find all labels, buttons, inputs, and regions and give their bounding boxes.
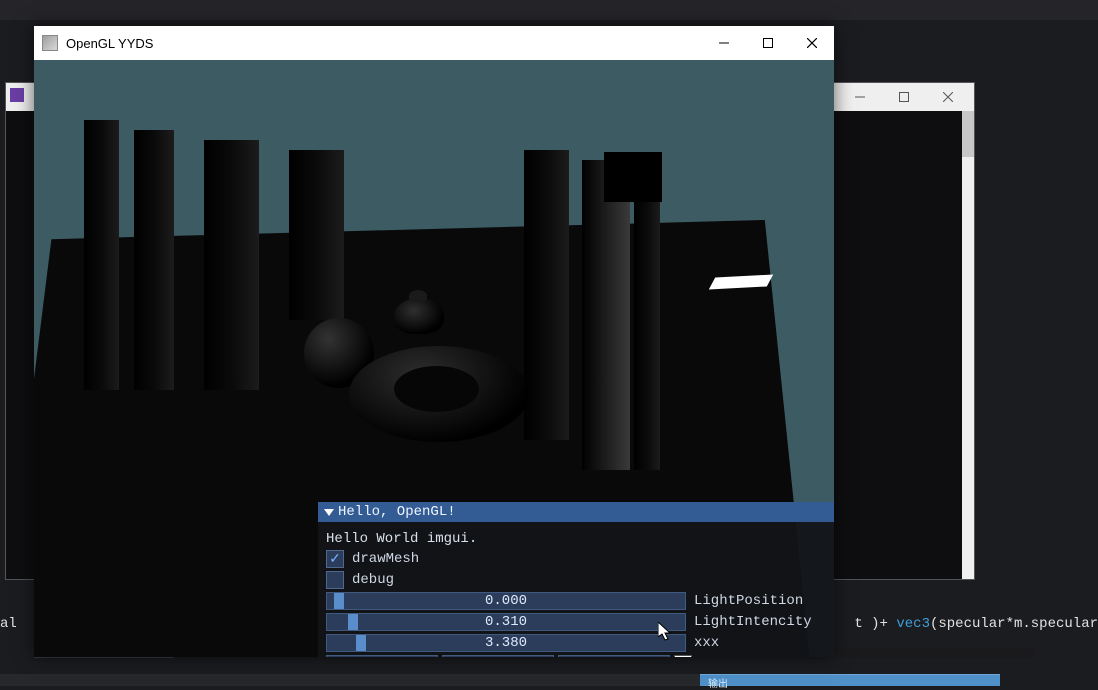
scene-pillar [84, 120, 119, 390]
checkbox-label: drawMesh [352, 551, 419, 567]
opengl-window: OpenGL YYDS Hello, OpenGL! [34, 26, 834, 657]
scene-torus [349, 346, 529, 442]
scene-teapot [394, 298, 444, 334]
slider-label: xxx [694, 635, 719, 651]
color-swatch[interactable] [674, 655, 692, 657]
scene-pillar [134, 130, 174, 390]
color-b-input[interactable]: B:255 [558, 655, 670, 657]
slider-label: LightPosition [694, 593, 803, 609]
checkbox-drawmesh[interactable] [326, 550, 344, 568]
maximize-button[interactable] [882, 85, 926, 109]
slider-lightposition[interactable]: 0.000 [326, 592, 686, 610]
code-text: (specular*m.specular [930, 616, 1098, 632]
code-text: t )+ [854, 616, 896, 632]
scene-pillar [582, 160, 630, 470]
slider-xxx[interactable]: 3.380 [326, 634, 686, 652]
scene-pillar [604, 152, 662, 202]
intro-text: Hello World imgui. [326, 531, 477, 547]
checkbox-debug[interactable] [326, 571, 344, 589]
maximize-button[interactable] [746, 27, 790, 59]
slider-label: LightIntencity [694, 614, 812, 630]
minimize-button[interactable] [838, 85, 882, 109]
window-title: OpenGL YYDS [66, 36, 702, 51]
slider-value: 0.310 [485, 614, 527, 630]
color-r-input[interactable]: R:255 [326, 655, 438, 657]
bottom-tab-strip: 输出 [0, 674, 1098, 686]
slider-value: 0.000 [485, 593, 527, 609]
checkbox-label: debug [352, 572, 394, 588]
opengl-viewport[interactable]: Hello, OpenGL! Hello World imgui. drawMe… [34, 60, 834, 657]
slider-value: 3.380 [485, 635, 527, 651]
scene-pillar [524, 150, 569, 440]
code-text: al [0, 616, 25, 632]
color-label: Light color [696, 656, 788, 657]
output-tab[interactable]: 输出 [700, 674, 1000, 686]
scene-pillar [289, 150, 344, 320]
imgui-titlebar[interactable]: Hello, OpenGL! [318, 502, 834, 522]
collapse-arrow-icon[interactable] [324, 509, 334, 516]
minimize-button[interactable] [702, 27, 746, 59]
window-titlebar[interactable]: OpenGL YYDS [34, 26, 834, 60]
scene-pillar [634, 160, 660, 470]
vertical-scrollbar[interactable] [962, 111, 974, 579]
app-top-bar [0, 0, 1098, 20]
app-icon [42, 35, 58, 51]
scene-pillar [204, 140, 259, 390]
imgui-title-text: Hello, OpenGL! [338, 504, 456, 520]
file-type-icon [10, 88, 24, 102]
close-button[interactable] [790, 27, 834, 59]
imgui-panel[interactable]: Hello, OpenGL! Hello World imgui. drawMe… [318, 502, 834, 657]
code-keyword: vec3 [896, 616, 930, 632]
slider-lightintensity[interactable]: 0.310 [326, 613, 686, 631]
close-button[interactable] [926, 85, 970, 109]
color-g-input[interactable]: G:255 [442, 655, 554, 657]
